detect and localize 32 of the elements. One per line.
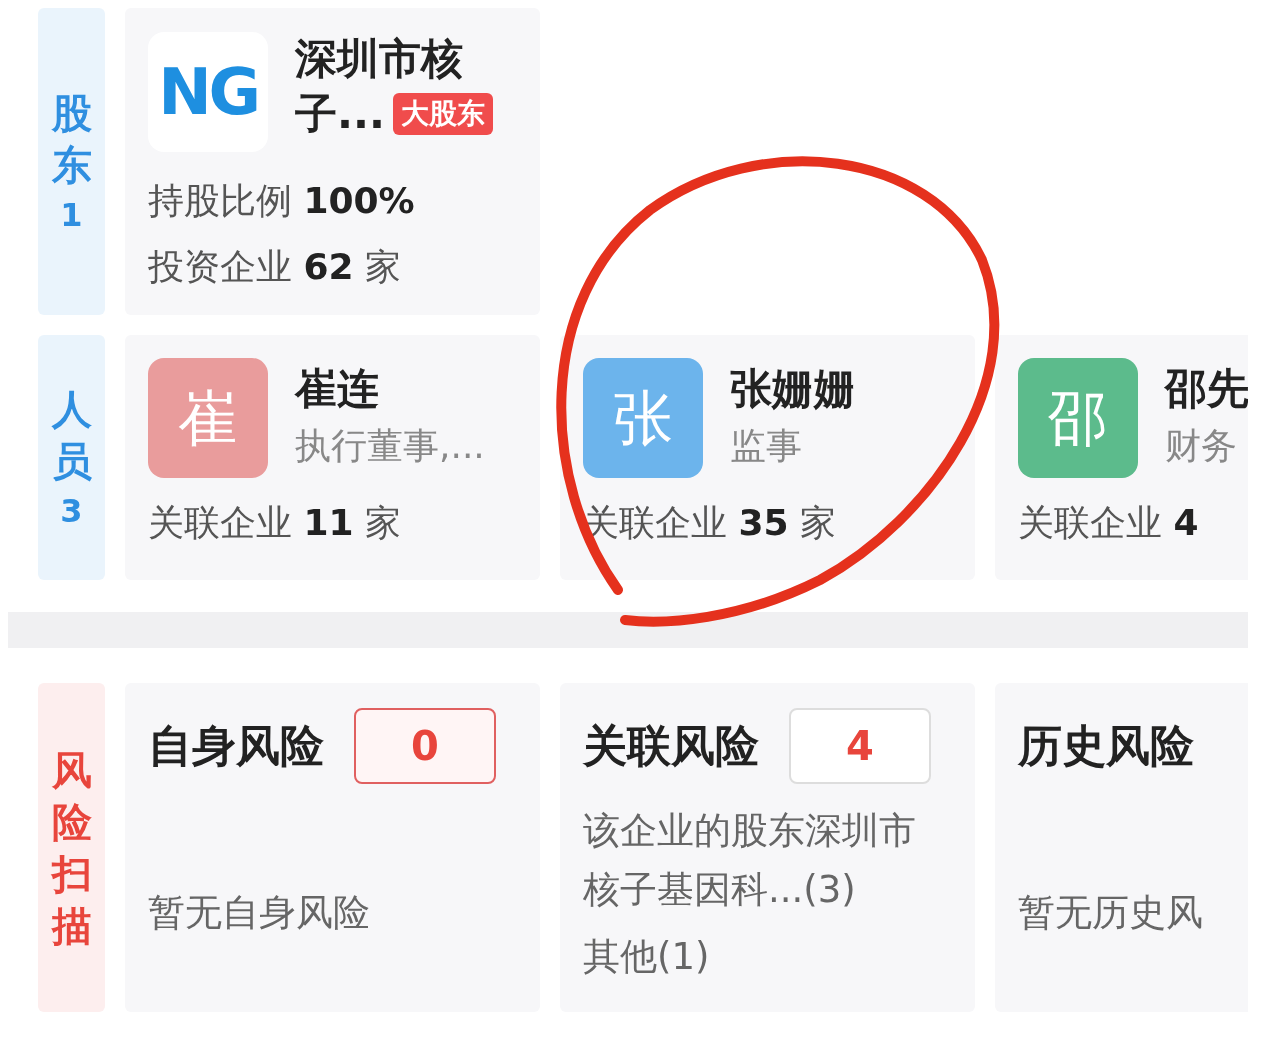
person-card[interactable]: 崔 崔连 执行董事,... 关联企业 11 家 xyxy=(125,335,540,580)
company-name: 子... xyxy=(295,87,385,140)
stat-text: 投资企业 62 家 xyxy=(148,245,402,289)
section-label: 股 东 1 xyxy=(38,8,105,315)
risk-description: 该企业的股东深圳市核子基因科...(3) xyxy=(583,808,917,914)
risk-count: 0 xyxy=(354,708,496,784)
person-role: 执行董事,... xyxy=(295,423,485,468)
stat-text: 持股比例 100% xyxy=(148,179,416,223)
person-name: 张姗姗 xyxy=(730,363,856,415)
company-name: 深圳市核 xyxy=(295,33,464,85)
person-avatar: 邵 xyxy=(1018,358,1138,478)
person-role: 财务 xyxy=(1165,423,1238,468)
shareholder-tag: 大股东 xyxy=(392,92,493,135)
person-avatar: 崔 xyxy=(148,358,268,478)
section-label: 风 险 扫 描 xyxy=(38,683,105,1012)
person-name: 崔连 xyxy=(295,363,380,415)
risk-count: 4 xyxy=(789,708,931,784)
risk-title: 自身风险 xyxy=(148,719,324,773)
section-label: 人 员 3 xyxy=(38,335,105,580)
risk-title: 关联风险 xyxy=(583,719,759,773)
person-role: 监事 xyxy=(730,423,803,468)
risk-description: 暂无自身风险 xyxy=(148,890,371,936)
company-logo: NG xyxy=(148,32,268,152)
related-companies-text: 关联企业 11 家 xyxy=(148,501,402,545)
risk-description: 其他(1) xyxy=(583,934,711,981)
risk-card[interactable]: 历史风险 暂无历史风 xyxy=(995,683,1248,1012)
related-companies-text: 关联企业 4 xyxy=(1018,501,1200,545)
risk-title: 历史风险 xyxy=(1018,719,1194,773)
risk-card[interactable]: 关联风险 4 该企业的股东深圳市核子基因科...(3) 其他(1) xyxy=(560,683,975,1012)
person-avatar: 张 xyxy=(583,358,703,478)
risk-card[interactable]: 自身风险 0 暂无自身风险 xyxy=(125,683,540,1012)
risk-description: 暂无历史风 xyxy=(1018,890,1204,936)
